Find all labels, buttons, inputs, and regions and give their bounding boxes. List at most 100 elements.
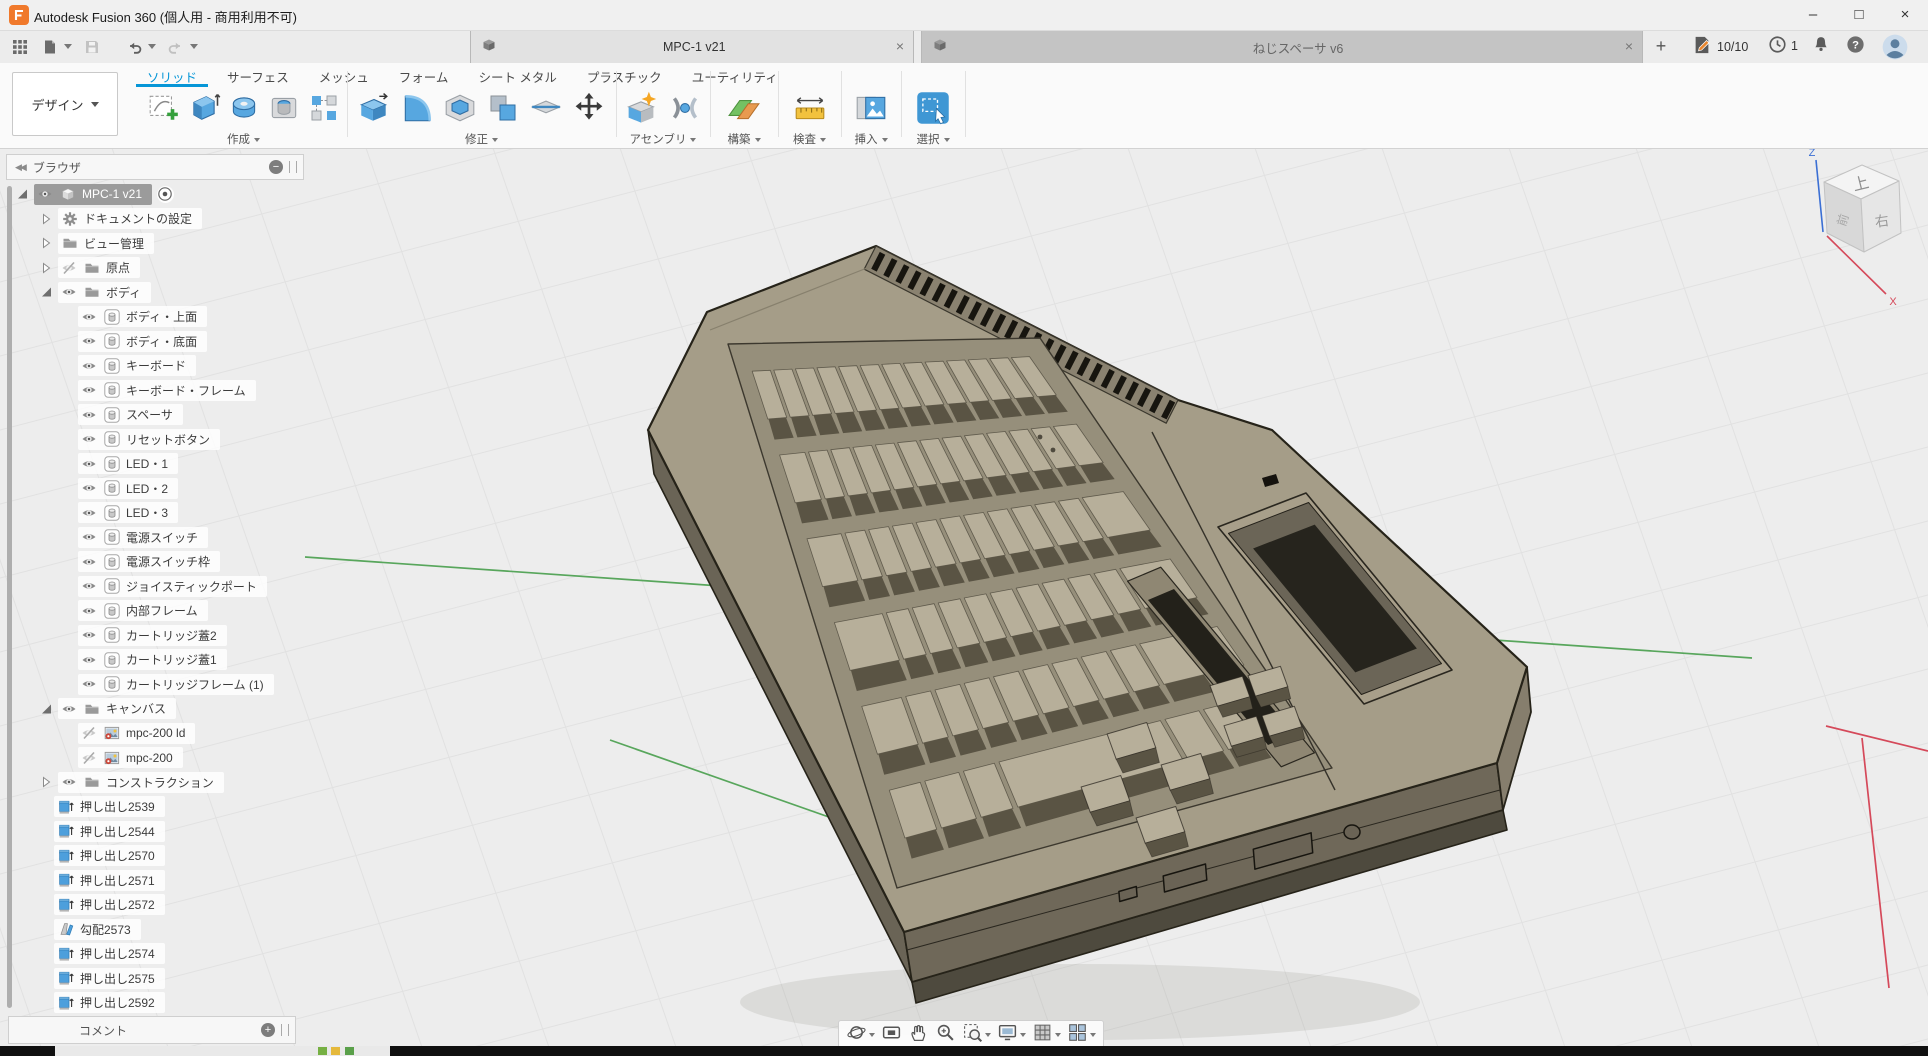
tree-item[interactable]: ドキュメントの設定 — [58, 208, 202, 229]
tree-row[interactable]: 押し出し2571 — [0, 869, 310, 891]
tree-row[interactable]: キーボード — [0, 355, 310, 377]
tree-row[interactable]: MPC-1 v21 — [0, 183, 310, 205]
tree-row[interactable]: ボディ・上面 — [0, 306, 310, 328]
visibility-eye-icon[interactable] — [81, 431, 97, 447]
visibility-eye-icon[interactable] — [81, 456, 97, 472]
expanded-arrow-icon[interactable] — [38, 284, 54, 300]
ribbon-tab-メッシュ[interactable]: メッシュ — [304, 63, 384, 86]
workspace-selector[interactable]: デザイン — [12, 72, 118, 136]
visibility-eye-icon[interactable] — [81, 407, 97, 423]
visibility-eye-icon[interactable] — [81, 603, 97, 619]
tree-row[interactable]: mpc-200 — [0, 747, 310, 769]
tree-row[interactable]: ドキュメントの設定 — [0, 208, 310, 230]
tree-row[interactable]: カートリッジフレーム (1) — [0, 673, 310, 695]
tree-item[interactable]: 押し出し2592 — [54, 992, 165, 1013]
tree-item[interactable]: カートリッジ蓋2 — [78, 625, 227, 646]
tree-item[interactable]: LED・2 — [78, 478, 178, 499]
version-status-badge[interactable]: 10/10 — [1692, 35, 1748, 58]
visibility-eye-icon[interactable] — [81, 554, 97, 570]
group-label-修正[interactable]: 修正 — [347, 131, 616, 147]
tree-item[interactable]: 押し出し2570 — [54, 845, 165, 866]
tree-row[interactable]: 押し出し2575 — [0, 967, 310, 989]
close-tab-icon[interactable]: × — [1625, 38, 1633, 54]
tree-row[interactable]: スペーサ — [0, 404, 310, 426]
look-at-button[interactable] — [878, 1023, 905, 1047]
expanded-arrow-icon[interactable] — [14, 186, 30, 202]
tree-row[interactable]: 電源スイッチ — [0, 526, 310, 548]
tree-row[interactable]: カートリッジ蓋2 — [0, 624, 310, 646]
create-sketch-icon[interactable] — [144, 88, 184, 128]
tree-item[interactable]: キャンバス — [58, 698, 176, 719]
panel-resize-grip[interactable] — [281, 1024, 289, 1036]
tree-row[interactable]: キーボード・フレーム — [0, 379, 310, 401]
ribbon-tab-フォーム[interactable]: フォーム — [384, 63, 464, 86]
tree-row[interactable]: 勾配2573 — [0, 918, 310, 940]
maximize-button[interactable]: □ — [1836, 0, 1882, 30]
tree-item[interactable]: LED・3 — [78, 502, 178, 523]
tree-row[interactable]: 押し出し2572 — [0, 894, 310, 916]
tree-row[interactable]: リセットボタン — [0, 428, 310, 450]
shell-icon[interactable] — [439, 88, 482, 128]
visibility-eye-icon[interactable] — [81, 358, 97, 374]
tree-row[interactable]: ボディ — [0, 281, 310, 303]
tree-row[interactable]: 押し出し2570 — [0, 845, 310, 867]
visibility-eye-icon[interactable] — [81, 382, 97, 398]
select-icon[interactable] — [904, 88, 962, 128]
activate-component-radio[interactable] — [157, 186, 174, 203]
help-button[interactable]: ? — [1846, 35, 1865, 57]
visibility-eye-icon[interactable] — [37, 186, 53, 202]
minimize-button[interactable]: – — [1790, 0, 1836, 30]
collapsed-arrow-icon[interactable] — [38, 211, 54, 227]
tree-row[interactable]: キャンバス — [0, 698, 310, 720]
add-comment-icon[interactable]: + — [261, 1023, 275, 1037]
tree-item[interactable]: ボディ — [58, 282, 151, 303]
close-tab-icon[interactable]: × — [896, 38, 904, 54]
redo-button[interactable] — [164, 35, 188, 59]
tree-item[interactable]: ジョイスティックポート — [78, 576, 267, 597]
visibility-eye-icon[interactable] — [61, 284, 77, 300]
file-new-button[interactable] — [38, 35, 62, 59]
tree-item[interactable]: mpc-200 ld — [78, 723, 195, 744]
tree-item[interactable]: ビュー管理 — [58, 233, 154, 254]
ribbon-tab-ユーティリティ[interactable]: ユーティリティ — [677, 63, 793, 86]
panel-resize-grip[interactable] — [289, 161, 297, 173]
visibility-eye-icon[interactable] — [81, 333, 97, 349]
tree-item[interactable]: スペーサ — [78, 404, 183, 425]
tree-item[interactable]: mpc-200 — [78, 747, 183, 768]
viewports-button[interactable] — [1064, 1023, 1099, 1047]
tree-row[interactable]: カートリッジ蓋1 — [0, 649, 310, 671]
insert-canvas-icon[interactable] — [844, 88, 898, 128]
fit-button[interactable] — [959, 1023, 994, 1047]
visibility-eye-icon[interactable] — [81, 529, 97, 545]
tree-item[interactable]: コンストラクション — [58, 772, 224, 793]
ribbon-tab-プラスチック[interactable]: プラスチック — [572, 63, 677, 86]
tree-row[interactable]: 内部フレーム — [0, 600, 310, 622]
collapsed-arrow-icon[interactable] — [38, 235, 54, 251]
tree-row[interactable]: LED・2 — [0, 477, 310, 499]
group-label-検査[interactable]: 検査 — [778, 131, 841, 147]
press-pull-icon[interactable] — [353, 88, 396, 128]
tree-item[interactable]: 勾配2573 — [54, 919, 141, 940]
group-label-選択[interactable]: 選択 — [901, 131, 965, 147]
tree-row[interactable]: 電源スイッチ枠 — [0, 551, 310, 573]
visibility-eye-icon[interactable] — [81, 480, 97, 496]
group-label-アセンブリ[interactable]: アセンブリ — [616, 131, 710, 147]
tree-item[interactable]: 押し出し2575 — [54, 968, 165, 989]
tree-item[interactable]: 内部フレーム — [78, 600, 208, 621]
tree-item[interactable]: ボディ・底面 — [78, 331, 207, 352]
group-label-作成[interactable]: 作成 — [140, 131, 347, 147]
tree-row[interactable]: LED・3 — [0, 502, 310, 524]
browser-scrollbar[interactable] — [7, 186, 12, 1008]
tree-row[interactable]: ジョイスティックポート — [0, 575, 310, 597]
tree-item[interactable]: リセットボタン — [78, 429, 220, 450]
visibility-eye-icon[interactable] — [81, 627, 97, 643]
tree-item[interactable]: 押し出し2539 — [54, 796, 165, 817]
tree-item[interactable]: 押し出し2572 — [54, 894, 165, 915]
tree-row[interactable]: 押し出し2574 — [0, 943, 310, 965]
tree-item[interactable]: カートリッジフレーム (1) — [78, 674, 274, 695]
add-tab-button[interactable]: + — [1650, 36, 1672, 57]
revolve-icon[interactable] — [224, 88, 264, 128]
expanded-arrow-icon[interactable] — [38, 701, 54, 717]
undo-button[interactable] — [122, 35, 146, 59]
visibility-eye-icon[interactable] — [61, 701, 77, 717]
